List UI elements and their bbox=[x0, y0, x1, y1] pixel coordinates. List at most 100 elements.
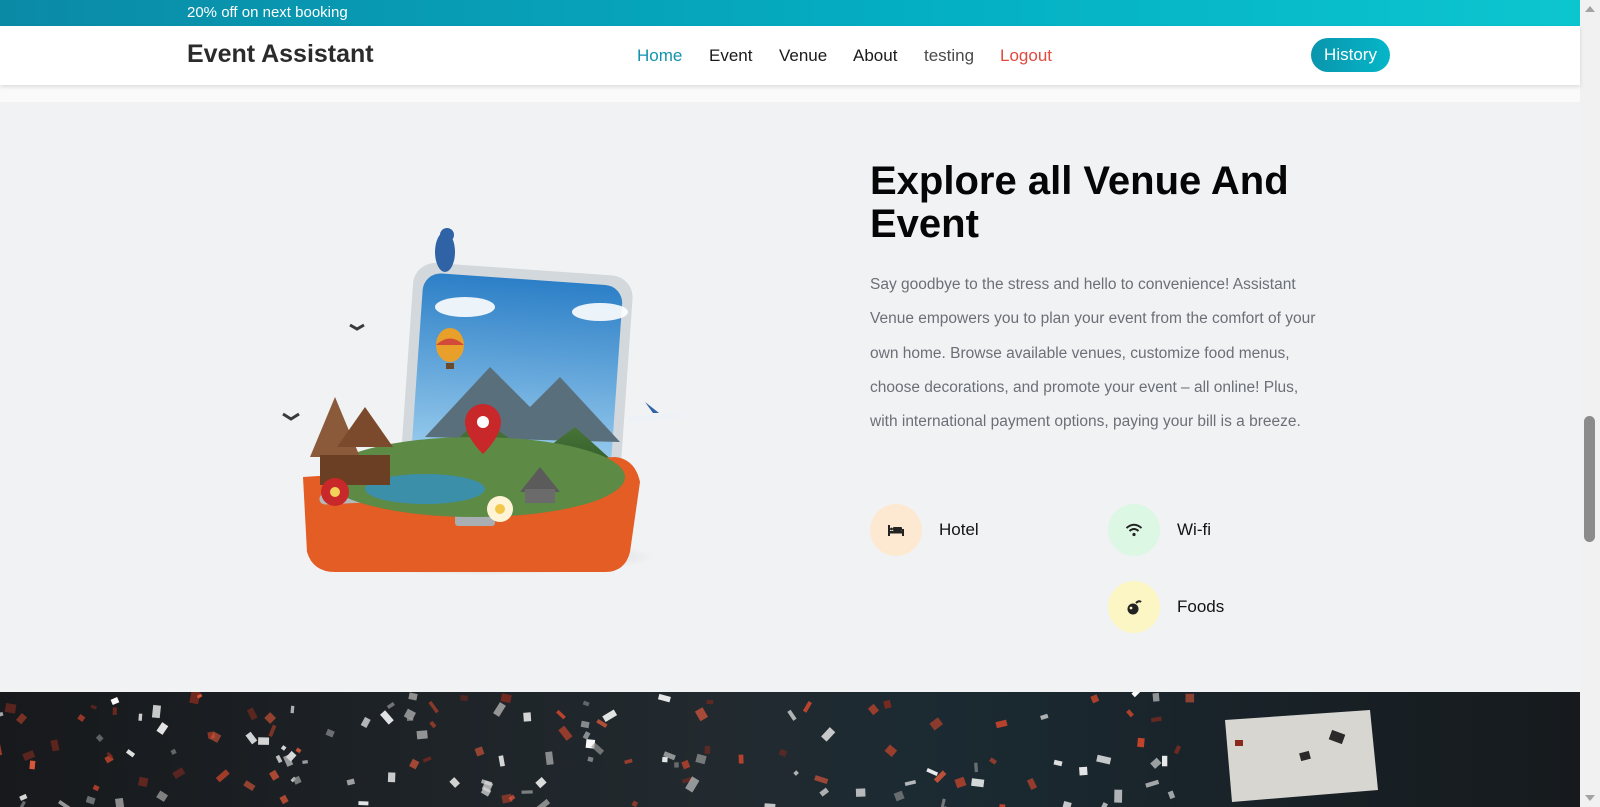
confetti-piece bbox=[989, 757, 998, 765]
confetti-piece bbox=[290, 705, 295, 714]
confetti-piece bbox=[422, 756, 432, 763]
confetti-piece bbox=[264, 712, 276, 724]
confetti-piece bbox=[545, 751, 554, 766]
confetti-piece bbox=[954, 776, 967, 789]
page-scrollbar[interactable] bbox=[1580, 0, 1600, 807]
confetti-piece bbox=[1131, 692, 1140, 698]
confetti-piece bbox=[325, 728, 335, 738]
confetti-piece bbox=[1040, 713, 1049, 721]
confetti-piece bbox=[243, 780, 256, 792]
confetti-piece bbox=[883, 699, 892, 709]
confetti-piece bbox=[387, 772, 396, 783]
confetti-piece bbox=[22, 750, 36, 761]
confetti-piece bbox=[58, 800, 72, 807]
confetti-piece bbox=[694, 707, 709, 722]
confetti-piece bbox=[416, 730, 428, 740]
confetti-piece bbox=[1167, 790, 1176, 800]
confetti-piece bbox=[295, 747, 302, 754]
confetti-piece bbox=[1100, 802, 1109, 807]
confetti-piece bbox=[814, 775, 829, 785]
confetti-piece bbox=[1173, 745, 1182, 755]
confetti-piece bbox=[1162, 755, 1168, 767]
scrollbar-thumb[interactable] bbox=[1584, 416, 1595, 542]
confetti-piece bbox=[587, 756, 594, 763]
confetti-piece bbox=[787, 709, 797, 721]
confetti-piece bbox=[138, 713, 143, 721]
confetti-piece bbox=[280, 745, 287, 751]
confetti-piece bbox=[793, 770, 799, 776]
nav-event[interactable]: Event bbox=[709, 46, 752, 66]
confetti-piece bbox=[77, 714, 86, 723]
confetti-piece bbox=[279, 794, 289, 805]
confetti-piece bbox=[170, 748, 177, 755]
confetti-piece bbox=[802, 700, 812, 713]
confetti-piece bbox=[821, 727, 836, 742]
feature-label-wifi: Wi-fi bbox=[1177, 520, 1211, 539]
nav-testing[interactable]: testing bbox=[924, 46, 974, 66]
confetti-piece bbox=[558, 725, 573, 741]
history-button[interactable]: History bbox=[1311, 38, 1390, 72]
confetti-piece bbox=[1152, 692, 1160, 702]
scroll-down-arrow-icon[interactable] bbox=[1585, 795, 1595, 801]
confetti-piece bbox=[409, 758, 420, 770]
feature-label-foods: Foods bbox=[1177, 597, 1225, 616]
confetti-piece bbox=[582, 700, 590, 707]
confetti-banner-image bbox=[0, 692, 1580, 807]
confetti-piece bbox=[926, 768, 939, 776]
confetti-piece bbox=[580, 720, 590, 729]
confetti-piece bbox=[778, 748, 788, 757]
scroll-up-arrow-icon[interactable] bbox=[1585, 6, 1595, 12]
nav-logout[interactable]: Logout bbox=[1000, 46, 1052, 66]
food-icon bbox=[1108, 581, 1160, 633]
confetti-piece bbox=[738, 754, 744, 764]
nav-venue[interactable]: Venue bbox=[779, 46, 827, 66]
confetti-piece bbox=[1114, 789, 1123, 803]
confetti-piece bbox=[1079, 766, 1088, 776]
confetti-piece bbox=[380, 710, 394, 725]
feature-wifi: Wi-fi bbox=[1108, 504, 1211, 556]
confetti-piece bbox=[704, 745, 711, 755]
feature-label-hotel: Hotel bbox=[939, 520, 979, 539]
confetti-piece bbox=[112, 707, 117, 715]
promo-bar: 20% off on next booking bbox=[0, 0, 1580, 26]
feature-foods: Foods bbox=[1108, 581, 1224, 633]
confetti-piece bbox=[346, 778, 355, 786]
confetti-piece bbox=[624, 758, 633, 765]
confetti-piece bbox=[19, 793, 28, 801]
confetti-piece bbox=[137, 776, 149, 788]
confetti-piece bbox=[929, 717, 943, 731]
confetti-piece bbox=[819, 787, 829, 797]
confetti-piece bbox=[18, 800, 26, 807]
confetti-piece bbox=[764, 803, 776, 807]
confetti-piece bbox=[16, 713, 28, 725]
confetti-piece bbox=[1090, 694, 1100, 704]
confetti-piece bbox=[995, 719, 1008, 729]
confetti-piece bbox=[855, 788, 866, 797]
confetti-piece bbox=[695, 753, 707, 765]
nav-home[interactable]: Home bbox=[637, 46, 682, 66]
confetti-piece bbox=[429, 720, 437, 729]
confetti-piece bbox=[245, 731, 258, 745]
confetti-piece bbox=[904, 779, 917, 786]
confetti-piece bbox=[867, 703, 880, 716]
confetti-piece bbox=[523, 712, 532, 722]
confetti-piece bbox=[92, 784, 100, 792]
nav-about[interactable]: About bbox=[853, 46, 897, 66]
confetti-piece bbox=[0, 743, 3, 756]
confetti-piece bbox=[535, 777, 547, 789]
brand-logo[interactable]: Event Assistant bbox=[187, 40, 374, 69]
about-headline: Explore all Venue And Event bbox=[870, 159, 1289, 246]
confetti-decoration bbox=[0, 692, 1378, 807]
confetti-piece bbox=[602, 709, 618, 723]
confetti-piece bbox=[974, 762, 979, 773]
confetti-piece bbox=[29, 760, 36, 770]
confetti-piece bbox=[85, 795, 96, 805]
confetti-piece bbox=[1096, 754, 1112, 765]
confetti-piece bbox=[114, 797, 125, 807]
confetti-piece bbox=[408, 692, 418, 701]
confetti-piece bbox=[449, 777, 460, 788]
confetti-piece bbox=[940, 798, 946, 807]
confetti-piece bbox=[215, 769, 230, 783]
confetti-piece bbox=[498, 755, 505, 767]
bed-icon bbox=[870, 504, 922, 556]
